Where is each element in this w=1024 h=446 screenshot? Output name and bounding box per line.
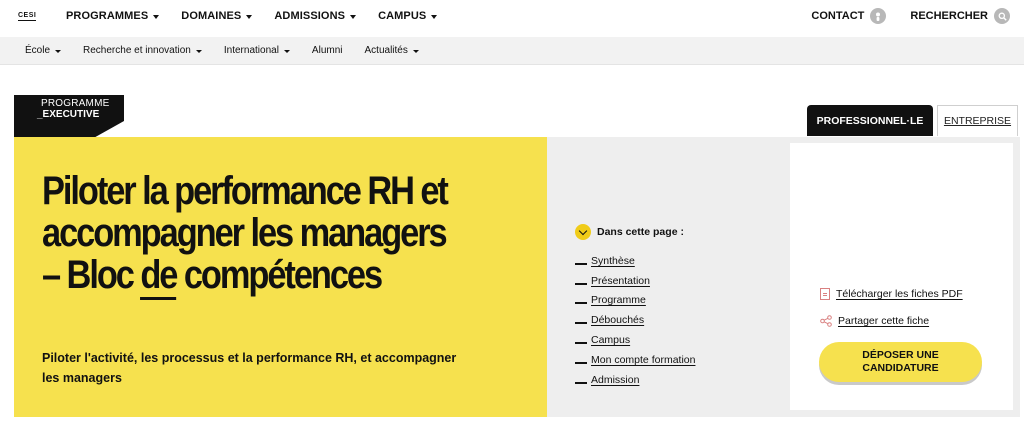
caret-down-icon [55, 49, 62, 53]
toc-item: Mon compte formation [575, 350, 695, 370]
subnav-list: École Recherche et innovation Internatio… [25, 45, 419, 56]
tab-professionnel[interactable]: PROFESSIONNEL·LE [807, 105, 933, 136]
search-icon [994, 8, 1010, 24]
toc-item: Campus [575, 330, 695, 350]
toc-link-synthese[interactable]: Synthèse [591, 255, 635, 267]
user-icon [870, 8, 887, 24]
caret-down-icon [350, 14, 357, 19]
page-subtitle: Piloter l'activité, les processus et la … [42, 351, 457, 385]
caret-down-icon [246, 14, 253, 19]
pdf-icon [820, 288, 830, 300]
toc-link-campus[interactable]: Campus [591, 334, 630, 346]
nav-admissions[interactable]: ADMISSIONS [274, 10, 357, 22]
programme-badge: PROGRAMME _EXECUTIVE [14, 95, 124, 137]
toc-item: Présentation [575, 271, 695, 291]
main-nav: PROGRAMMES DOMAINES ADMISSIONS CAMPUS [66, 10, 438, 22]
subnav-ecole[interactable]: École [25, 45, 62, 56]
download-pdf-link[interactable]: Télécharger les fiches PDF [820, 288, 963, 300]
toc-item: Admission [575, 370, 695, 390]
caret-down-icon [431, 14, 438, 19]
caret-down-icon [195, 49, 202, 53]
contact-link[interactable]: CONTACT [811, 8, 887, 24]
secondary-navigation: École Recherche et innovation Internatio… [0, 37, 1024, 65]
toc-heading[interactable]: Dans cette page : [575, 224, 684, 240]
page-toc: Dans cette page : Synthèse Présentation … [547, 137, 783, 417]
subnav-alumni[interactable]: Alumni [312, 45, 343, 56]
toc-link-admission[interactable]: Admission [591, 374, 639, 386]
nav-campus[interactable]: CAMPUS [378, 10, 438, 22]
toc-link-debouches[interactable]: Débouchés [591, 314, 644, 326]
chevron-down-icon [575, 224, 591, 240]
utility-nav: CONTACT RECHERCHER [811, 8, 1010, 24]
caret-down-icon [153, 14, 160, 19]
caret-down-icon [283, 49, 290, 53]
apply-button[interactable]: DÉPOSER UNE CANDIDATURE [819, 342, 982, 382]
nav-programmes[interactable]: PROGRAMMES [66, 10, 160, 22]
share-link[interactable]: Partager cette fiche [820, 315, 929, 327]
subnav-actualites[interactable]: Actualités [365, 45, 419, 56]
cesi-logo[interactable]: CESI [18, 11, 37, 21]
subnav-recherche[interactable]: Recherche et innovation [83, 45, 202, 56]
badge-line1: PROGRAMME [41, 98, 110, 109]
toc-item: Programme [575, 291, 695, 311]
subnav-international[interactable]: International [224, 45, 290, 56]
toc-link-presentation[interactable]: Présentation [591, 275, 650, 287]
toc-link-programme[interactable]: Programme [591, 294, 646, 306]
toc-link-compte-formation[interactable]: Mon compte formation [591, 354, 695, 366]
share-icon [820, 315, 832, 327]
toc-item: Débouchés [575, 310, 695, 330]
toc-list: Synthèse Présentation Programme Débouché… [575, 251, 695, 390]
page-title: Piloter la performance RH et accompagner… [42, 170, 463, 300]
caret-down-icon [412, 49, 419, 53]
top-navigation: CESI PROGRAMMES DOMAINES ADMISSIONS CAMP… [0, 0, 1024, 36]
search-link[interactable]: RECHERCHER [910, 8, 1010, 24]
hero-banner: Piloter la performance RH et accompagner… [14, 137, 547, 417]
nav-domaines[interactable]: DOMAINES [181, 10, 253, 22]
badge-line2: _EXECUTIVE [37, 109, 100, 120]
toc-item: Synthèse [575, 251, 695, 271]
tab-entreprise[interactable]: ENTREPRISE [937, 105, 1018, 136]
